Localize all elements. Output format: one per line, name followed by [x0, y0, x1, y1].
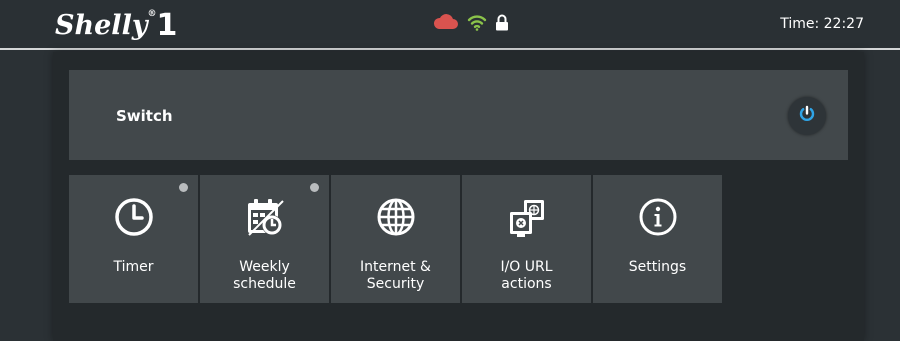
switch-label: Switch — [116, 107, 173, 125]
weekly-schedule-tile[interactable]: Weekly schedule — [200, 175, 329, 303]
cloud-icon — [433, 14, 459, 34]
logo-registered-mark: ® — [147, 9, 157, 19]
info-icon — [638, 197, 678, 241]
top-bar: Shelly®1 Time: 22:27 — [0, 0, 900, 50]
weekly-schedule-label: Weekly schedule — [233, 259, 296, 292]
indicator-dot — [179, 183, 188, 192]
menu-tiles: Timer Weekly schedule Internet & Securit… — [69, 175, 722, 303]
internet-security-tile[interactable]: Internet & Security — [331, 175, 460, 303]
status-icons — [433, 12, 509, 36]
time-display: Time: 22:27 — [780, 16, 864, 32]
logo-number: 1 — [156, 8, 178, 43]
indicator-dot — [310, 183, 319, 192]
weekly-schedule-icon — [245, 197, 285, 241]
settings-tile[interactable]: Settings — [593, 175, 722, 303]
switch-card: Switch — [69, 70, 848, 160]
io-url-actions-icon — [507, 197, 547, 243]
internet-security-label: Internet & Security — [360, 259, 431, 292]
shelly-logo: Shelly®1 — [55, 7, 178, 43]
io-url-actions-tile[interactable]: I/O URL actions — [462, 175, 591, 303]
timer-label: Timer — [113, 259, 154, 275]
power-button[interactable] — [788, 97, 826, 135]
logo-text: Shelly — [55, 10, 148, 41]
lock-icon — [495, 14, 509, 35]
wifi-icon — [467, 13, 487, 35]
clock-icon — [114, 197, 154, 241]
globe-icon — [376, 197, 416, 241]
timer-tile[interactable]: Timer — [69, 175, 198, 303]
io-url-actions-label: I/O URL actions — [500, 259, 553, 292]
settings-label: Settings — [628, 259, 687, 275]
power-icon — [798, 105, 816, 127]
